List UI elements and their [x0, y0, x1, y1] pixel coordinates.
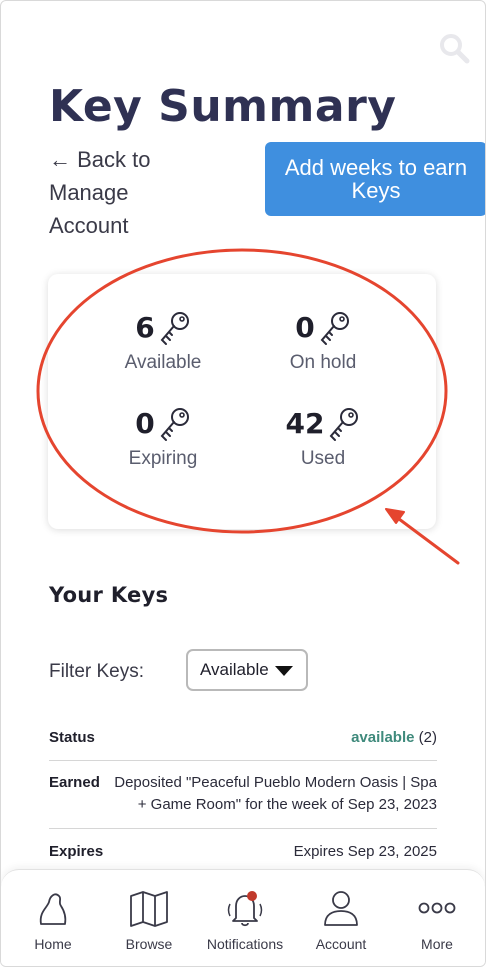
expires-label: Expires	[49, 843, 104, 860]
nav-browse-label: Browse	[125, 936, 173, 952]
used-count: 42	[285, 407, 325, 440]
search-icon[interactable]	[437, 31, 471, 65]
stat-on-hold: 0 On hold	[248, 306, 398, 374]
status-count: (2)	[418, 729, 437, 746]
home-icon	[39, 893, 67, 925]
status-value: available (2)	[351, 727, 437, 749]
app-screen: Key Summary ← Back to Manage Account Add…	[0, 0, 486, 967]
expires-row: Expires Expires Sep 23, 2025	[49, 841, 437, 869]
on-hold-count: 0	[295, 311, 315, 344]
your-keys-heading: Your Keys	[49, 583, 169, 607]
earned-label: Earned	[49, 774, 100, 791]
used-label: Used	[300, 448, 346, 469]
on-hold-label: On hold	[289, 352, 357, 373]
nav-account[interactable]: Account	[293, 888, 389, 952]
nav-more[interactable]: More	[389, 888, 485, 952]
key-icon	[160, 408, 189, 441]
expiring-count: 0	[135, 407, 155, 440]
expires-value: Expires Sep 23, 2025	[293, 843, 437, 860]
filter-keys-dropdown[interactable]: Available	[186, 649, 308, 691]
key-icon	[160, 312, 189, 345]
chevron-down-icon	[275, 666, 293, 676]
filter-selected-value: Available	[200, 660, 269, 679]
nav-browse[interactable]: Browse	[101, 888, 197, 952]
stat-available: 6 Available	[88, 306, 238, 374]
person-icon	[324, 891, 358, 926]
key-icon	[330, 408, 359, 441]
map-icon	[130, 891, 168, 927]
add-weeks-button[interactable]: Add weeks to earn Keys	[265, 142, 485, 216]
earned-value: Deposited "Peaceful Pueblo Modern Oasis …	[114, 774, 437, 813]
available-count: 6	[135, 311, 155, 344]
back-to-manage-account-link[interactable]: ← Back to Manage Account	[49, 143, 189, 242]
bell-icon	[227, 891, 263, 927]
nav-notifications[interactable]: Notifications	[197, 888, 293, 952]
nav-notifications-label: Notifications	[206, 936, 284, 952]
available-label: Available	[124, 352, 202, 373]
key-icon	[320, 312, 349, 345]
more-icon	[418, 902, 456, 914]
nav-account-label: Account	[315, 936, 367, 952]
page-title: Key Summary	[49, 81, 397, 132]
nav-home-label: Home	[34, 936, 72, 952]
status-row: Status available (2)	[49, 727, 437, 761]
key-summary-card: 6 Available 0 On hold 0 Expiring 42 Used	[48, 274, 436, 529]
status-available-text: available	[351, 729, 415, 746]
earned-row: Earned Deposited "Peaceful Pueblo Modern…	[49, 772, 437, 829]
filter-keys-label: Filter Keys:	[49, 661, 145, 682]
stat-used: 42 Used	[248, 402, 398, 470]
nav-more-label: More	[421, 936, 453, 952]
status-label: Status	[49, 729, 95, 746]
expiring-label: Expiring	[128, 448, 198, 469]
stat-expiring: 0 Expiring	[88, 402, 238, 470]
nav-home[interactable]: Home	[5, 888, 101, 952]
bottom-navigation: Home Browse Notifications Account More	[1, 869, 485, 966]
